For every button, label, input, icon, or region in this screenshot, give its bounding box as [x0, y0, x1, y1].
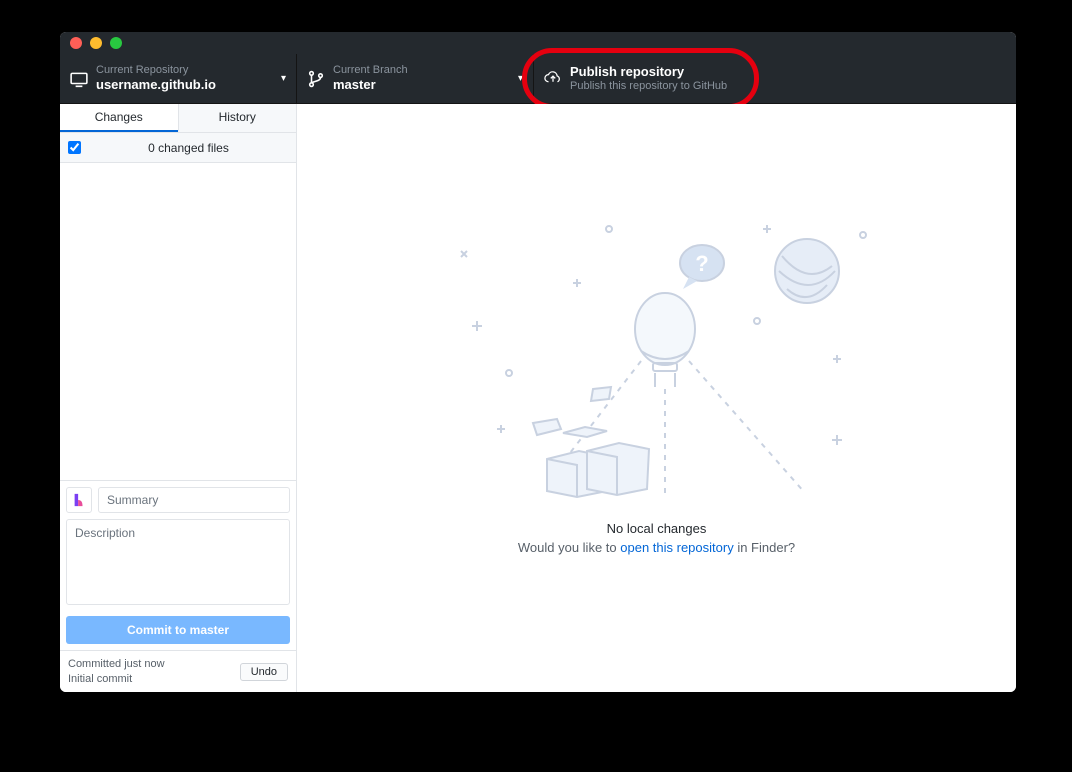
app-window: Current Repository username.github.io ▾ …	[60, 32, 1016, 692]
current-branch-dropdown[interactable]: Current Branch master ▾	[297, 54, 534, 103]
commit-form: Commit to master	[60, 480, 296, 650]
maximize-window-button[interactable]	[110, 37, 122, 49]
chevron-down-icon: ▾	[518, 73, 523, 84]
changes-list	[60, 163, 296, 480]
publish-label: Publish repository	[570, 64, 727, 80]
footer-time: Committed just now	[68, 657, 165, 671]
current-repository-dropdown[interactable]: Current Repository username.github.io ▾	[60, 54, 297, 103]
commit-button[interactable]: Commit to master	[66, 616, 290, 644]
tab-changes[interactable]: Changes	[60, 104, 178, 132]
branch-label: Current Branch	[333, 64, 408, 77]
tab-history[interactable]: History	[178, 104, 297, 132]
publish-sub: Publish this repository to GitHub	[570, 80, 727, 93]
publish-repository-button[interactable]: Publish repository Publish this reposito…	[534, 54, 751, 103]
changed-files-header: 0 changed files	[60, 133, 296, 163]
body: Changes History 0 changed files Commit t…	[60, 104, 1016, 692]
main-panel: ?	[297, 104, 1016, 692]
close-window-button[interactable]	[70, 37, 82, 49]
undo-button[interactable]: Undo	[240, 663, 288, 681]
empty-state-message: No local changes Would you like to open …	[518, 521, 795, 555]
empty-headline: No local changes	[518, 521, 795, 536]
monitor-icon	[70, 70, 88, 88]
last-commit-footer: Committed just now Initial commit Undo	[60, 650, 296, 692]
svg-text:?: ?	[695, 251, 708, 276]
empty-prompt-after: in Finder?	[734, 540, 795, 555]
description-input[interactable]	[66, 519, 290, 605]
toolbar: Current Repository username.github.io ▾ …	[60, 54, 1016, 104]
changed-files-count: 0 changed files	[89, 141, 288, 155]
select-all-checkbox[interactable]	[68, 141, 81, 154]
sidebar: Changes History 0 changed files Commit t…	[60, 104, 297, 692]
repo-label: Current Repository	[96, 64, 216, 77]
summary-input[interactable]	[98, 487, 290, 513]
titlebar	[60, 32, 1016, 54]
empty-prompt-before: Would you like to	[518, 540, 620, 555]
empty-state-illustration: ?	[437, 201, 877, 521]
branch-value: master	[333, 77, 408, 93]
sidebar-tabs: Changes History	[60, 104, 296, 133]
repo-value: username.github.io	[96, 77, 216, 93]
git-branch-icon	[307, 70, 325, 88]
commit-button-prefix: Commit to	[127, 623, 190, 637]
commit-button-branch: master	[190, 623, 229, 637]
footer-message: Initial commit	[68, 672, 165, 686]
minimize-window-button[interactable]	[90, 37, 102, 49]
cloud-upload-icon	[544, 71, 562, 85]
chevron-down-icon: ▾	[281, 73, 286, 84]
open-repository-link[interactable]: open this repository	[620, 540, 733, 555]
author-avatar	[66, 487, 92, 513]
